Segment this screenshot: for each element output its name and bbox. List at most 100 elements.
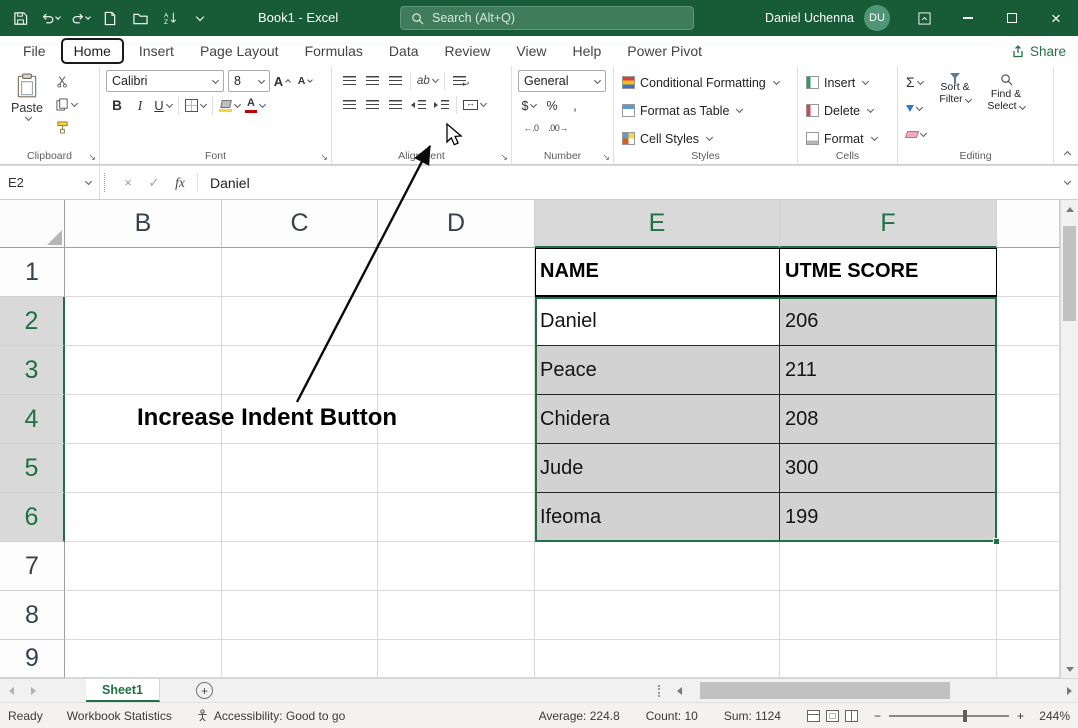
new-sheet-button[interactable]: + [196, 682, 213, 699]
column-header-B[interactable]: B [65, 200, 222, 248]
cell-E8[interactable] [535, 591, 780, 640]
cell-B9[interactable] [65, 640, 222, 678]
wrap-text-button[interactable] [449, 70, 471, 91]
middle-align-button[interactable] [361, 70, 383, 91]
cell-blank-8[interactable] [997, 591, 1060, 640]
cell-blank-7[interactable] [997, 542, 1060, 591]
hscroll-left-button[interactable] [670, 679, 688, 702]
zoom-slider-thumb[interactable] [963, 710, 967, 722]
formula-input[interactable]: Daniel [202, 175, 1054, 191]
fill-handle[interactable] [993, 538, 1000, 545]
cell-B7[interactable] [65, 542, 222, 591]
vscroll-thumb[interactable] [1063, 226, 1076, 321]
accounting-format-button[interactable]: $ [518, 95, 540, 116]
normal-view-button[interactable] [807, 710, 820, 722]
cell-F1[interactable]: UTME SCORE [780, 248, 997, 297]
cell-C5[interactable] [222, 444, 378, 493]
ribbon-tab-insert[interactable]: Insert [126, 36, 187, 66]
save-button[interactable] [6, 4, 34, 32]
vscroll-down-button[interactable] [1061, 660, 1078, 678]
align-center-button[interactable] [361, 94, 383, 115]
cell-F7[interactable] [780, 542, 997, 591]
user-name[interactable]: Daniel Uchenna [765, 11, 854, 25]
maximize-button[interactable] [990, 0, 1034, 36]
ribbon-tab-home[interactable]: Home [61, 38, 124, 64]
cell-C6[interactable] [222, 493, 378, 542]
format-cells-button[interactable]: Format [804, 126, 891, 151]
number-format-combobox[interactable]: General [518, 70, 606, 92]
insert-cells-button[interactable]: Insert [804, 70, 891, 95]
new-file-button[interactable] [96, 4, 124, 32]
increase-font-size-button[interactable]: A [271, 71, 293, 92]
merge-center-button[interactable] [461, 94, 488, 115]
cell-F8[interactable] [780, 591, 997, 640]
decrease-font-size-button[interactable]: A [294, 71, 316, 92]
column-header-F[interactable]: F [780, 200, 997, 248]
user-avatar[interactable]: DU [864, 5, 890, 31]
orientation-button[interactable]: ab [415, 70, 440, 91]
row-header-6[interactable]: 6 [0, 493, 65, 542]
open-folder-button[interactable] [126, 4, 154, 32]
sort-filter-button[interactable]: Sort & Filter [931, 70, 979, 146]
cell-B3[interactable] [65, 346, 222, 395]
page-layout-view-button[interactable] [826, 710, 839, 722]
cell-C3[interactable] [222, 346, 378, 395]
cell-E5[interactable]: Jude [535, 444, 780, 493]
decrease-indent-button[interactable] [407, 94, 429, 115]
cell-blank-4[interactable] [997, 395, 1060, 444]
cell-C7[interactable] [222, 542, 378, 591]
cell-B2[interactable] [65, 297, 222, 346]
cell-B5[interactable] [65, 444, 222, 493]
cell-F3[interactable]: 211 [780, 346, 997, 395]
horizontal-scrollbar[interactable] [658, 679, 1078, 702]
increase-decimal-button[interactable]: ←.0 [518, 119, 544, 137]
row-header-2[interactable]: 2 [0, 297, 65, 346]
font-color-button[interactable]: A [243, 95, 267, 116]
column-header-D[interactable]: D [378, 200, 535, 248]
ribbon-display-options-button[interactable] [902, 0, 946, 36]
cell-D6[interactable] [378, 493, 535, 542]
font-dialog-launcher[interactable]: ↘ [320, 153, 328, 162]
close-button[interactable]: × [1034, 0, 1078, 36]
cell-E4[interactable]: Chidera [535, 395, 780, 444]
collapse-ribbon-button[interactable] [1062, 145, 1070, 160]
cell-B6[interactable] [65, 493, 222, 542]
cell-E3[interactable]: Peace [535, 346, 780, 395]
copy-button[interactable] [54, 93, 84, 115]
cell-D7[interactable] [378, 542, 535, 591]
sheet-nav-right-button[interactable] [22, 679, 44, 702]
row-header-5[interactable]: 5 [0, 444, 65, 493]
namebox-resize-handle[interactable] [104, 173, 111, 193]
align-left-button[interactable] [338, 94, 360, 115]
row-header-8[interactable]: 8 [0, 591, 65, 640]
customize-quick-access-button[interactable] [186, 4, 214, 32]
cell-B1[interactable] [65, 248, 222, 297]
cell-D9[interactable] [378, 640, 535, 678]
redo-button[interactable] [66, 4, 94, 32]
increase-indent-button[interactable] [430, 94, 452, 115]
cell-F5[interactable]: 300 [780, 444, 997, 493]
undo-button[interactable] [36, 4, 64, 32]
minimize-button[interactable] [946, 0, 990, 36]
hscroll-thumb[interactable] [700, 682, 950, 699]
ribbon-tab-page-layout[interactable]: Page Layout [187, 36, 292, 66]
cell-E2[interactable]: Daniel [535, 297, 780, 346]
delete-cells-button[interactable]: Delete [804, 98, 891, 123]
italic-button[interactable]: I [129, 95, 151, 116]
paste-button[interactable]: Paste [6, 70, 48, 138]
cell-blank-6[interactable] [997, 493, 1060, 542]
cell-D3[interactable] [378, 346, 535, 395]
row-header-3[interactable]: 3 [0, 346, 65, 395]
hscroll-right-button[interactable] [1060, 679, 1078, 702]
fill-color-button[interactable] [217, 95, 242, 116]
cell-blank-2[interactable] [997, 297, 1060, 346]
autosum-button[interactable]: Σ [904, 70, 928, 94]
cell-B8[interactable] [65, 591, 222, 640]
ribbon-tab-power-pivot[interactable]: Power Pivot [614, 36, 715, 66]
font-size-combobox[interactable]: 8 [228, 70, 270, 92]
select-all-corner[interactable] [0, 200, 65, 248]
sheet-tab-sheet1[interactable]: Sheet1 [86, 679, 160, 702]
top-align-button[interactable] [338, 70, 360, 91]
share-button[interactable]: Share [1011, 44, 1066, 59]
clear-button[interactable] [904, 122, 928, 146]
